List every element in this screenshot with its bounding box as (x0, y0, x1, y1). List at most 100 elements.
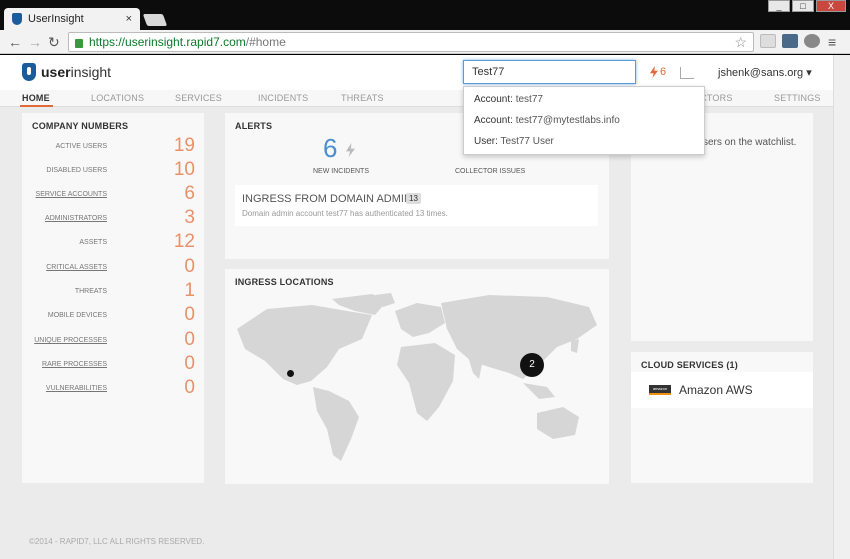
incident-title: INGRESS FROM DOMAIN ADMIN (242, 193, 412, 205)
cloud-service-name: Amazon AWS (679, 383, 753, 397)
collector-issues-label: COLLECTOR ISSUES (455, 168, 526, 175)
extension-icon[interactable] (782, 34, 798, 48)
stat-label: ASSETS (79, 239, 107, 246)
stat-label: THREATS (74, 288, 107, 295)
panel-title: INGRESS LOCATIONS (235, 277, 334, 287)
stat-value: 3 (184, 207, 195, 228)
stat-label-link[interactable]: VULNERABILITIES (46, 385, 107, 392)
scrollbar[interactable] (833, 55, 850, 559)
world-map[interactable] (227, 289, 607, 469)
search-input[interactable]: Test77 (463, 60, 636, 84)
alert-count: 6 (660, 66, 667, 78)
cloud-services-panel: CLOUD SERVICES (1) amazon Amazon AWS (631, 352, 813, 483)
tab-incidents[interactable]: INCIDENTS (258, 93, 308, 103)
stat-label: ACTIVE USERS (55, 143, 107, 150)
browser-titlebar: UserInsight × _ □ X (0, 0, 850, 30)
stat-row[interactable]: VULNERABILITIES 0 (22, 376, 204, 400)
window-controls: _ □ X (768, 0, 846, 12)
close-window-button[interactable]: X (816, 0, 846, 12)
app-header: userinsight Test77 6 jshenk@sans.org ▾ (0, 55, 850, 90)
tab-locations[interactable]: LOCATIONS (91, 93, 144, 103)
stat-row[interactable]: CRITICAL ASSETS 0 (22, 255, 204, 279)
user-menu[interactable]: jshenk@sans.org ▾ (718, 66, 812, 79)
stat-value: 6 (184, 183, 195, 204)
stat-value: 0 (184, 256, 195, 277)
stat-value: 10 (173, 159, 195, 180)
company-numbers-panel: COMPANY NUMBERS ACTIVE USERS 19 DISABLED… (22, 113, 204, 483)
footer-copyright: ©2014 - RAPID7, LLC ALL RIGHTS RESERVED. (29, 537, 205, 546)
bookmark-star-icon[interactable]: ☆ (734, 34, 747, 51)
reload-icon[interactable]: ↻ (48, 34, 60, 50)
extension-icon[interactable] (760, 34, 776, 48)
stat-label-link[interactable]: ADMINISTRATORS (45, 215, 107, 222)
extension-icon[interactable] (804, 34, 820, 48)
minimize-button[interactable]: _ (768, 0, 790, 12)
tab-services[interactable]: SERVICES (175, 93, 222, 103)
lightning-bolt-icon (346, 143, 355, 157)
stat-label-link[interactable]: UNIQUE PROCESSES (34, 337, 107, 344)
search-result-item[interactable]: User: Test77 User (474, 136, 554, 147)
amazon-logo-icon: amazon (649, 385, 671, 395)
search-result-item[interactable]: Account: test77@mytestlabs.info (474, 115, 620, 126)
lightning-bolt-icon (650, 66, 658, 78)
back-arrow-icon[interactable]: ← (8, 34, 22, 50)
incident-description: Domain admin account test77 has authenti… (242, 209, 448, 218)
stat-row: ACTIVE USERS 19 (22, 134, 204, 158)
tab-threats[interactable]: THREATS (341, 93, 384, 103)
active-tab-indicator (20, 105, 53, 107)
stat-label: MOBILE DEVICES (47, 312, 107, 319)
location-cluster-marker[interactable]: 2 (520, 353, 544, 377)
stat-label-link[interactable]: RARE PROCESSES (42, 361, 107, 368)
stat-value: 0 (184, 377, 195, 398)
stat-row[interactable]: UNIQUE PROCESSES 0 (22, 328, 204, 352)
tab-close-icon[interactable]: × (126, 13, 132, 25)
menu-icon[interactable]: ≡ (828, 34, 836, 50)
search-results-dropdown: Account: test77 Account: test77@mytestla… (463, 86, 705, 155)
new-tab-button[interactable] (142, 14, 168, 26)
panel-title: ALERTS (235, 121, 273, 131)
app-container: userinsight Test77 6 jshenk@sans.org ▾ H… (0, 55, 850, 559)
panel-title: COMPANY NUMBERS (32, 121, 129, 131)
url-path: /#home (245, 35, 286, 49)
lock-icon (75, 38, 83, 48)
chart-icon[interactable] (680, 67, 694, 79)
browser-toolbar: ← → ↻ https://userinsight.rapid7.com /#h… (0, 30, 850, 54)
incident-card[interactable]: INGRESS FROM DOMAIN ADMIN 13 Domain admi… (235, 185, 598, 226)
userinsight-favicon-icon (12, 13, 22, 25)
url-host: https://userinsight.rapid7.com (89, 35, 246, 49)
stat-row: ASSETS 12 (22, 230, 204, 254)
stat-row[interactable]: RARE PROCESSES 0 (22, 352, 204, 376)
watchlist-text: sers on the watchlist. (703, 137, 797, 148)
stat-value: 12 (173, 231, 195, 252)
stat-value: 0 (184, 329, 195, 350)
address-bar[interactable]: https://userinsight.rapid7.com /#home ☆ (68, 32, 754, 52)
stat-value: 1 (184, 280, 195, 301)
location-marker[interactable] (287, 370, 294, 377)
maximize-button[interactable]: □ (792, 0, 814, 12)
stat-row: MOBILE DEVICES 0 (22, 303, 204, 327)
stat-row[interactable]: ADMINISTRATORS 3 (22, 206, 204, 230)
stat-label-link[interactable]: CRITICAL ASSETS (46, 264, 107, 271)
stat-label-link[interactable]: SERVICE ACCOUNTS (36, 191, 107, 198)
ingress-locations-panel: INGRESS LOCATIONS 2 (225, 269, 609, 484)
stat-value: 0 (184, 304, 195, 325)
tab-title: UserInsight (28, 13, 84, 25)
shield-logo-icon (22, 63, 36, 81)
stat-row[interactable]: SERVICE ACCOUNTS 6 (22, 182, 204, 206)
forward-arrow-icon[interactable]: → (28, 34, 42, 50)
stat-row: DISABLED USERS 10 (22, 158, 204, 182)
cloud-service-item[interactable]: amazon Amazon AWS (631, 372, 813, 408)
userinsight-logo[interactable]: userinsight (22, 63, 111, 81)
browser-tab[interactable]: UserInsight × (4, 8, 140, 30)
tab-settings[interactable]: SETTINGS (774, 93, 821, 103)
stat-value: 19 (173, 135, 195, 156)
alerts-indicator[interactable]: 6 (650, 66, 666, 78)
logo-wordmark: userinsight (41, 64, 112, 80)
new-incidents-count[interactable]: 6 (323, 133, 337, 164)
search-result-item[interactable]: Account: test77 (474, 94, 543, 105)
main-nav: HOME LOCATIONS SERVICES INCIDENTS THREAT… (0, 90, 850, 107)
incident-count-badge: 13 (406, 193, 421, 204)
panel-title: CLOUD SERVICES (1) (641, 360, 738, 370)
stat-label: DISABLED USERS (46, 167, 107, 174)
tab-home[interactable]: HOME (22, 93, 50, 103)
